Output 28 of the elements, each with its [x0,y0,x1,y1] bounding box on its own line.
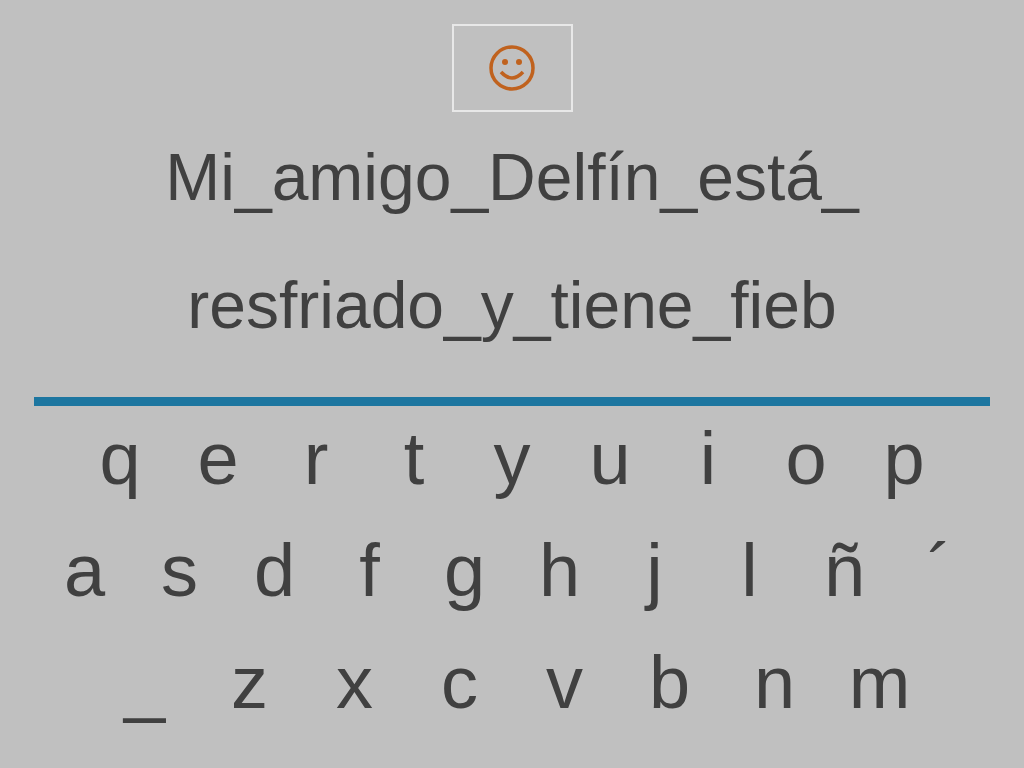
letter-key[interactable]: r [267,410,365,508]
letter-key[interactable]: g [417,522,512,620]
letter-key[interactable]: v [512,634,617,732]
letter-key[interactable]: t [365,410,463,508]
letter-key[interactable]: s [132,522,227,620]
letter-key[interactable]: q [71,410,169,508]
letter-key[interactable]: ´ [892,522,987,620]
letter-key[interactable]: d [227,522,322,620]
letter-key[interactable]: ñ [797,522,892,620]
letter-key[interactable]: e [169,410,267,508]
letter-key[interactable]: j [607,522,702,620]
letter-key[interactable]: o [757,410,855,508]
letter-key[interactable]: h [512,522,607,620]
smiley-icon [488,44,536,92]
letter-key[interactable]: p [855,410,953,508]
letter-key[interactable]: z [197,634,302,732]
letter-key[interactable]: x [302,634,407,732]
letter-key[interactable]: l [702,522,797,620]
letter-key[interactable]: _ [92,634,197,732]
letter-key[interactable]: n [722,634,827,732]
letter-key[interactable]: f [322,522,417,620]
letter-key[interactable]: u [561,410,659,508]
letter-key[interactable]: m [827,634,932,732]
letter-key[interactable]: c [407,634,512,732]
letter-key[interactable]: a [37,522,132,620]
letter-key[interactable]: b [617,634,722,732]
letter-key[interactable]: i [659,410,757,508]
letter-key[interactable]: y [463,410,561,508]
